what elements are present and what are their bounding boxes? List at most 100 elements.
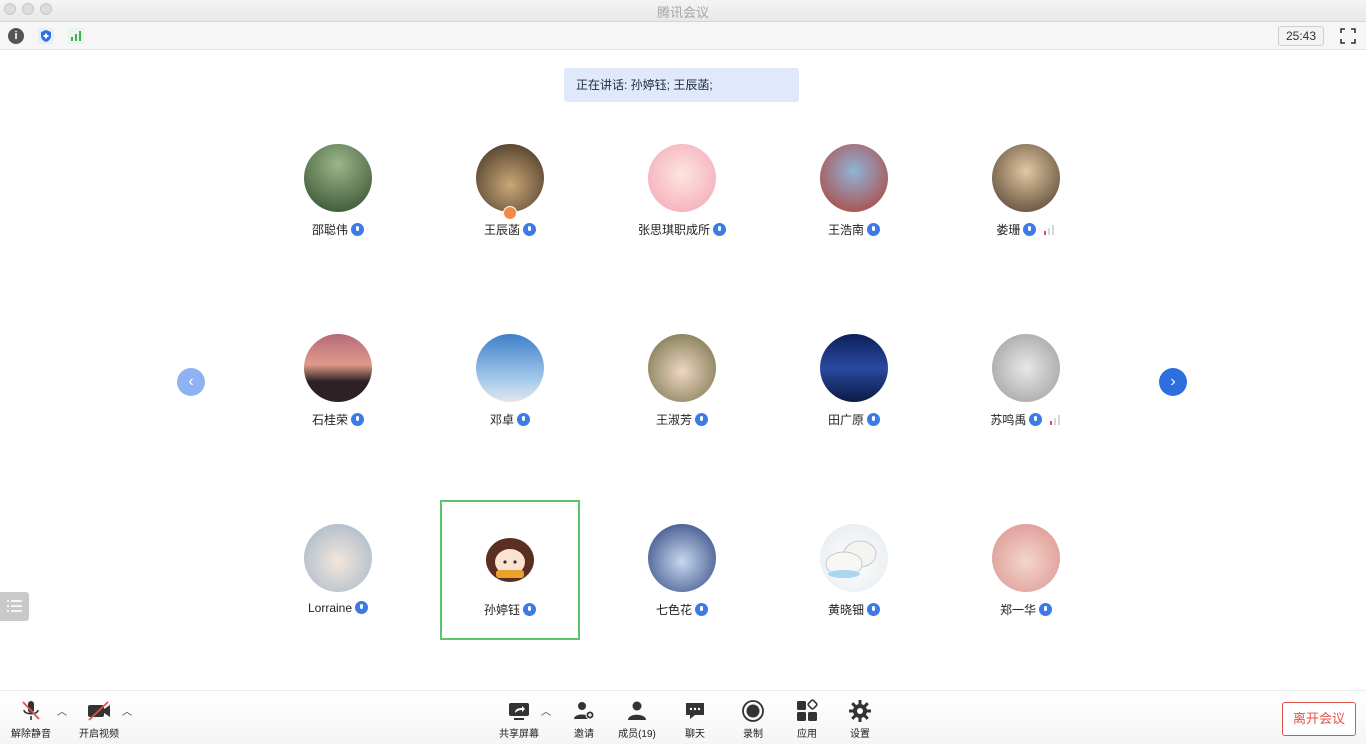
cartoon-avatar-icon — [486, 538, 534, 582]
unmute-label: 解除静音 — [11, 729, 51, 740]
chat-button[interactable]: 聊天 — [670, 699, 720, 741]
gear-icon — [849, 700, 871, 722]
participant-tile[interactable]: 黄晓钿 — [784, 504, 924, 644]
list-icon — [7, 600, 22, 612]
video-options-chevron-up-icon[interactable]: ︿ — [122, 703, 132, 718]
participant-tile[interactable]: 苏鸣禹 — [956, 314, 1096, 454]
start-video-label: 开启视频 — [79, 729, 119, 740]
participant-list-toggle[interactable] — [0, 592, 29, 621]
mic-icon — [523, 223, 536, 236]
audio-options-chevron-up-icon[interactable]: ︿ — [57, 703, 67, 718]
camera-off-icon — [88, 701, 110, 721]
participant-name: 娄珊 — [996, 223, 1021, 237]
participant-tile[interactable]: 王淑芳 — [612, 314, 752, 454]
record-label: 录制 — [743, 729, 763, 740]
fullscreen-icon[interactable] — [1340, 28, 1356, 44]
avatar — [476, 144, 544, 212]
participant-tile[interactable]: 王浩南 — [784, 124, 924, 264]
mic-icon — [351, 413, 364, 426]
avatar — [648, 524, 716, 592]
leave-meeting-button[interactable]: 离开会议 — [1282, 702, 1356, 736]
avatar — [476, 524, 544, 592]
mic-icon — [695, 413, 708, 426]
meeting-topbar: i 25:43 — [0, 22, 1366, 50]
microphone-muted-icon — [22, 701, 40, 720]
unmute-button[interactable]: 解除静音 — [6, 699, 56, 741]
participant-tile[interactable]: 王辰菡 — [440, 124, 580, 264]
chat-label: 聊天 — [685, 729, 705, 740]
mic-icon — [867, 223, 880, 236]
avatar — [820, 144, 888, 212]
avatar — [820, 524, 888, 592]
participant-name: 田广原 — [827, 413, 864, 427]
members-icon — [628, 701, 646, 720]
participant-name: 郑一华 — [999, 603, 1036, 617]
mic-icon — [1039, 603, 1052, 616]
avatar — [992, 334, 1060, 402]
speaking-indicator: 正在讲话: 孙婷钰; 王辰菡; — [564, 68, 799, 102]
record-icon — [742, 700, 764, 722]
meeting-controls-bar: 解除静音 ︿ 开启视频 ︿ 共享屏幕 ︿ 邀请 成员(19) 聊天 录制 应用 … — [0, 690, 1366, 744]
mic-icon — [517, 413, 530, 426]
mic-icon — [695, 603, 708, 616]
participant-tile[interactable]: 娄珊 — [956, 124, 1096, 264]
participant-name: 苏鸣禹 — [990, 413, 1027, 427]
avatar — [304, 144, 372, 212]
share-screen-button[interactable]: 共享屏幕 — [494, 699, 544, 741]
record-button[interactable]: 录制 — [728, 699, 778, 741]
participant-name: 张思琪职成所 — [637, 223, 710, 237]
settings-button[interactable]: 设置 — [835, 699, 885, 741]
avatar — [992, 524, 1060, 592]
members-button[interactable]: 成员(19) — [612, 699, 662, 741]
avatar — [304, 524, 372, 592]
next-page-button[interactable]: › — [1159, 368, 1187, 396]
participant-name: Lorraine — [307, 601, 353, 615]
participant-name: 邓卓 — [489, 413, 514, 427]
participant-name: 邵聪伟 — [311, 223, 348, 237]
host-icon — [503, 206, 517, 220]
mic-icon — [355, 601, 369, 614]
share-options-chevron-up-icon[interactable]: ︿ — [541, 703, 551, 718]
mic-icon — [867, 413, 880, 426]
info-icon[interactable]: i — [8, 28, 24, 44]
invite-button[interactable]: 邀请 — [559, 699, 609, 741]
members-label: 成员(19) — [618, 729, 656, 740]
participant-tile[interactable]: 张思琪职成所 — [612, 124, 752, 264]
participant-tile[interactable]: 郑一华 — [956, 504, 1096, 644]
participant-tile[interactable]: 田广原 — [784, 314, 924, 454]
network-signal-icon[interactable] — [68, 28, 84, 44]
participant-tile-active-speaker[interactable]: 孙婷钰 — [440, 500, 580, 640]
meeting-timer: 25:43 — [1278, 26, 1324, 46]
participant-tile[interactable]: 邓卓 — [440, 314, 580, 454]
avatar — [304, 334, 372, 402]
start-video-button[interactable]: 开启视频 — [74, 699, 124, 741]
apps-label: 应用 — [797, 729, 817, 740]
participant-name: 王浩南 — [827, 223, 864, 237]
avatar — [820, 334, 888, 402]
add-person-icon — [574, 702, 595, 720]
participant-tile[interactable]: 石桂荣 — [268, 314, 408, 454]
bear-avatar-icon — [825, 540, 877, 578]
participant-tile[interactable]: Lorraine — [268, 504, 408, 644]
participant-name: 王淑芳 — [655, 413, 692, 427]
avatar — [648, 144, 716, 212]
weak-signal-icon — [1049, 415, 1060, 425]
participant-name: 黄晓钿 — [827, 603, 864, 617]
title-bar: 腾讯会议 — [0, 0, 1366, 22]
participant-tile[interactable]: 邵聪伟 — [268, 124, 408, 264]
avatar — [648, 334, 716, 402]
participant-tile[interactable]: 七色花 — [612, 504, 752, 644]
previous-page-button[interactable]: ‹ — [177, 368, 205, 396]
settings-label: 设置 — [850, 729, 870, 740]
window-title: 腾讯会议 — [656, 5, 709, 20]
apps-button[interactable]: 应用 — [782, 699, 832, 741]
participant-name: 石桂荣 — [311, 413, 348, 427]
participant-name: 王辰菡 — [483, 223, 520, 237]
shield-icon[interactable] — [38, 28, 54, 44]
weak-signal-icon — [1043, 225, 1054, 235]
mic-icon — [867, 603, 880, 616]
chat-icon — [686, 703, 704, 719]
share-screen-label: 共享屏幕 — [499, 729, 539, 740]
mic-icon — [351, 223, 364, 236]
participant-name: 七色花 — [655, 603, 692, 617]
